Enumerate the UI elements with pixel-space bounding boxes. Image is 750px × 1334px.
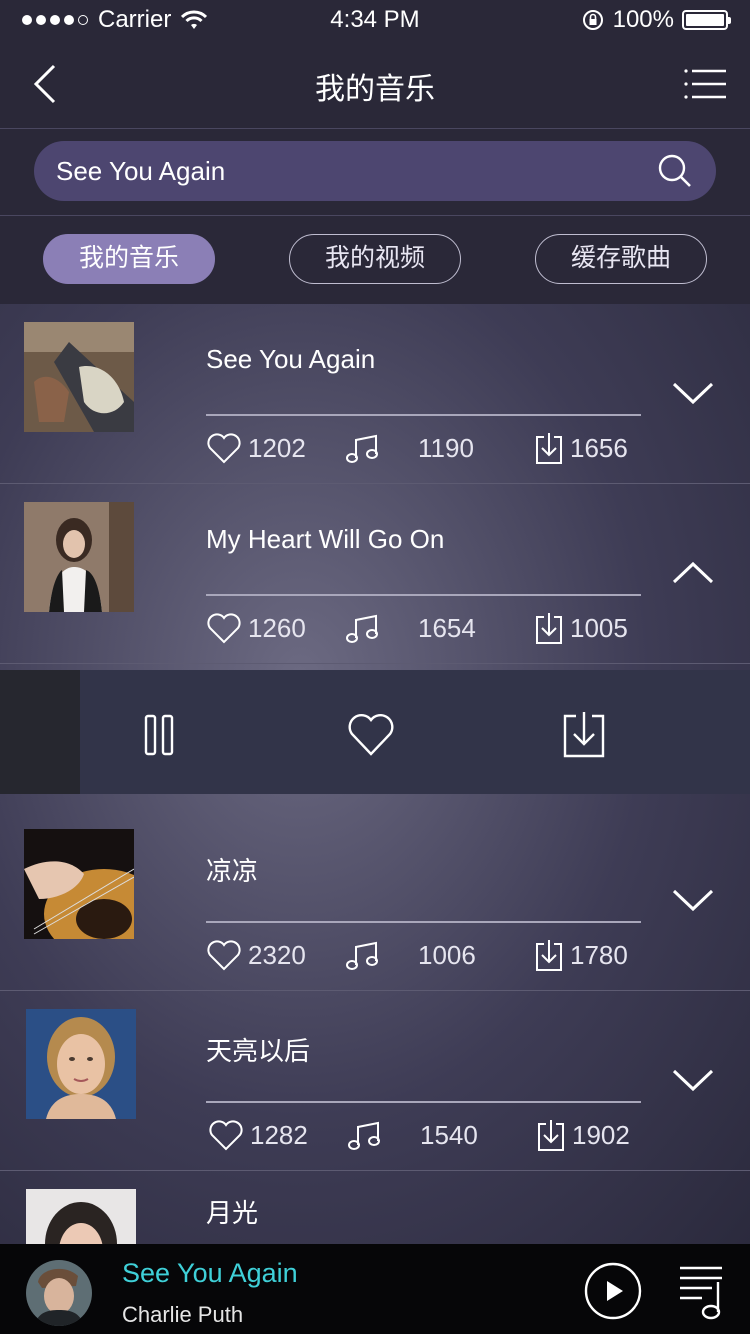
download-count[interactable]: 1656 [534, 430, 628, 466]
battery-percent: 100% [612, 6, 674, 33]
album-art-guitar [24, 322, 134, 432]
download-icon [538, 1120, 564, 1151]
chevron-down-icon[interactable] [672, 1067, 714, 1093]
tab-my-videos[interactable]: 我的视频 [289, 234, 461, 284]
pause-button[interactable] [134, 710, 184, 760]
search-input[interactable]: See You Again [34, 141, 716, 201]
divider [206, 921, 641, 923]
search-section: See You Again [0, 129, 750, 216]
play-count: 1006 [346, 937, 476, 973]
music-note-icon [348, 1121, 380, 1150]
song-row[interactable]: See You Again 1202 1190 1656 [0, 304, 750, 484]
divider [206, 1101, 641, 1103]
song-title: My Heart Will Go On [206, 524, 445, 554]
heart-icon [207, 613, 241, 644]
song-title: 月光 [206, 1198, 259, 1228]
download-count[interactable]: 1902 [536, 1117, 630, 1153]
tab-bar: 我的音乐 我的视频 缓存歌曲 [0, 216, 750, 304]
music-note-icon [346, 941, 378, 970]
like-count[interactable]: 1282 [208, 1117, 308, 1153]
music-note-icon [346, 614, 378, 643]
tab-cached-songs[interactable]: 缓存歌曲 [535, 234, 707, 284]
music-note-icon [346, 434, 378, 463]
download-icon [536, 940, 562, 971]
nav-bar: 我的音乐 [0, 40, 750, 129]
play-button[interactable] [584, 1262, 642, 1320]
search-icon[interactable] [658, 154, 692, 188]
chevron-down-icon[interactable] [672, 887, 714, 913]
song-row[interactable]: 天亮以后 1282 1540 1902 [0, 991, 750, 1171]
like-count[interactable]: 2320 [206, 937, 306, 973]
battery-icon [682, 10, 731, 30]
divider [206, 414, 641, 416]
album-art-acoustic-guitar [24, 829, 134, 939]
heart-icon [209, 1120, 243, 1151]
now-playing-title: See You Again [122, 1258, 298, 1288]
rotation-lock-icon [582, 10, 603, 30]
download-button[interactable] [559, 710, 609, 760]
heart-icon [207, 433, 241, 464]
page-title: 我的音乐 [315, 73, 435, 106]
download-count[interactable]: 1780 [534, 937, 628, 973]
heart-icon [207, 940, 241, 971]
playlist-icon[interactable] [678, 1264, 728, 1320]
song-row[interactable]: 月光 [0, 1171, 750, 1244]
now-playing-artist: Charlie Puth [122, 1302, 244, 1327]
song-action-bar [0, 670, 750, 794]
play-count: 1540 [348, 1117, 478, 1153]
song-row[interactable]: My Heart Will Go On 1260 1654 1005 [0, 484, 750, 664]
download-icon [536, 613, 562, 644]
now-playing-bar[interactable]: See You Again Charlie Puth [0, 1244, 750, 1334]
song-title: 凉凉 [206, 856, 259, 886]
like-button[interactable] [346, 710, 396, 760]
chevron-up-icon[interactable] [672, 560, 714, 586]
song-list: See You Again 1202 1190 1656 My Heart Wi… [0, 304, 750, 1244]
song-title: See You Again [206, 344, 376, 374]
download-count[interactable]: 1005 [534, 610, 628, 646]
like-count[interactable]: 1260 [206, 610, 306, 646]
tab-my-music[interactable]: 我的音乐 [43, 234, 215, 284]
chevron-down-icon[interactable] [672, 380, 714, 406]
download-icon [536, 433, 562, 464]
album-art-portrait-woman [24, 502, 134, 612]
search-value: See You Again [56, 156, 226, 186]
divider [206, 594, 641, 596]
play-count: 1190 [346, 430, 474, 466]
menu-list-icon[interactable] [684, 68, 728, 100]
like-count[interactable]: 1202 [206, 430, 306, 466]
song-title: 天亮以后 [206, 1036, 311, 1066]
artist-avatar [26, 1260, 92, 1326]
status-bar: Carrier 4:34 PM 100% [0, 0, 750, 40]
play-count: 1654 [346, 610, 476, 646]
album-art-portrait-short-hair [26, 1189, 136, 1244]
song-row[interactable]: 凉凉 2320 1006 1780 [0, 811, 750, 991]
album-art-portrait-blonde [26, 1009, 136, 1119]
